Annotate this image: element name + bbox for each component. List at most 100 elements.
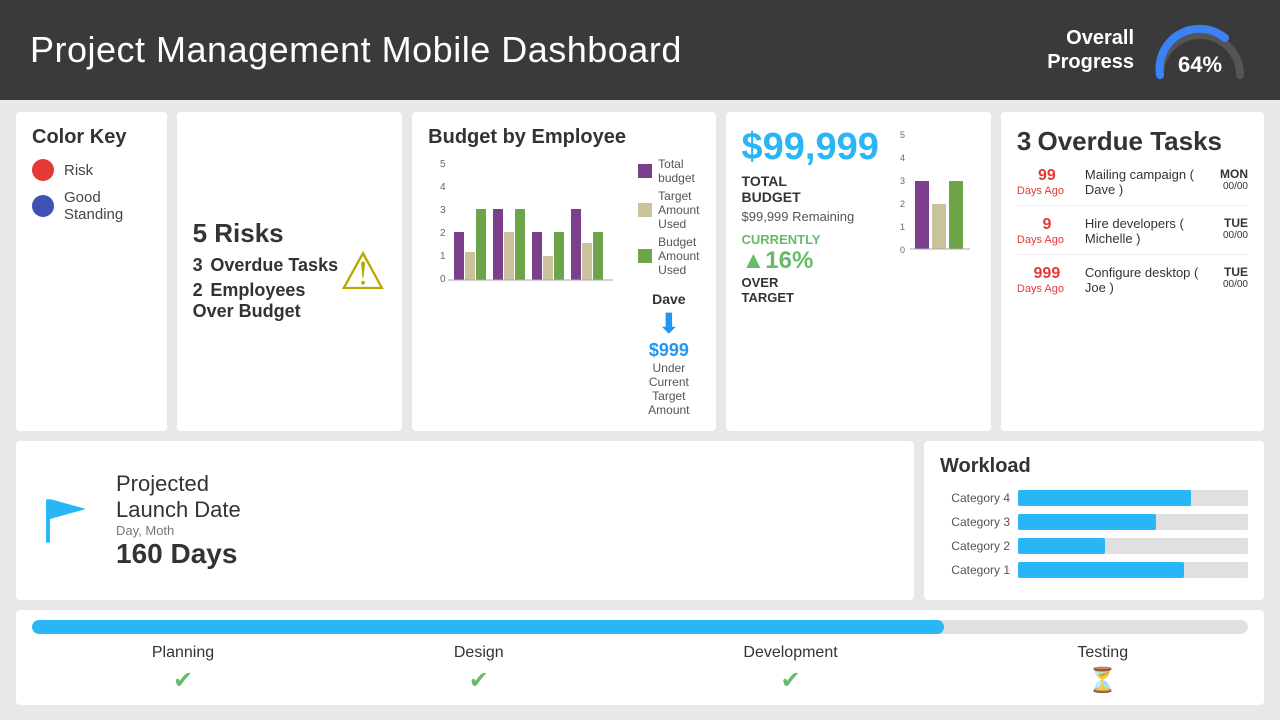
workload-bar-bg-4	[1018, 490, 1248, 506]
workload-bar-bg-1	[1018, 562, 1248, 578]
workload-card: Workload Category 4 Category 3 Category …	[924, 441, 1264, 600]
table-row: 999 Days Ago Configure desktop ( Joe ) T…	[1017, 265, 1248, 303]
risks-title: 5 Risks	[193, 218, 340, 249]
color-key-title: Color Key	[32, 126, 151, 149]
overdue-tasks-count: 3	[1017, 126, 1031, 156]
task-days-ago: Days Ago	[1017, 234, 1077, 246]
flag-icon	[36, 491, 96, 551]
middle-row: ProjectedLaunch Date Day, Moth 160 Days …	[16, 441, 1264, 600]
task-day-name: MON	[1220, 167, 1248, 181]
overdue-count: 3	[193, 255, 203, 275]
legend-total: Total budget	[638, 157, 699, 185]
task-desc-3: Configure desktop ( Joe )	[1085, 265, 1215, 295]
table-row: 99 Days Ago Mailing campaign ( Dave ) MO…	[1017, 167, 1248, 206]
workload-bar-bg-3	[1018, 514, 1248, 530]
workload-title: Workload	[940, 455, 1248, 478]
svg-text:5: 5	[440, 159, 446, 170]
over-budget-count: 2	[193, 280, 203, 300]
phases-progress-fill	[32, 620, 944, 634]
phase-testing-label: Testing	[1077, 644, 1128, 662]
total-budget-label: TOTALBUDGET	[742, 173, 879, 205]
task-days-1: 99 Days Ago	[1017, 167, 1077, 197]
total-budget-color	[638, 164, 652, 178]
task-date-value: 00/00	[1223, 230, 1248, 241]
design-check-icon: ✔	[454, 666, 504, 695]
category-4-label: Category 4	[940, 491, 1010, 505]
dave-name: Dave	[638, 291, 699, 307]
legend-target-label: Target Amount Used	[658, 189, 699, 231]
svg-text:4: 4	[900, 153, 905, 163]
total-budget-left: $99,999 TOTALBUDGET $99,999 Remaining CU…	[742, 126, 879, 305]
category-2-label: Category 2	[940, 539, 1010, 553]
overdue-tasks-label: Overdue Tasks	[1037, 126, 1222, 156]
task-desc-2: Hire developers ( Michelle )	[1085, 216, 1215, 246]
workload-row-4: Category 4	[940, 490, 1248, 506]
overdue-tasks-title: 3 Overdue Tasks	[1017, 126, 1248, 157]
workload-row-1: Category 1	[940, 562, 1248, 578]
target-amount-color	[638, 203, 652, 217]
main-content: Color Key Risk GoodStanding 5 Risks 3 Ov…	[0, 100, 1280, 720]
legend-good-standing: GoodStanding	[32, 189, 151, 223]
workload-bar-1	[1018, 562, 1184, 578]
phase-planning-label: Planning	[152, 644, 214, 662]
legend-risk: Risk	[32, 159, 151, 181]
task-days-value: 99	[1017, 167, 1077, 185]
workload-row-3: Category 3	[940, 514, 1248, 530]
task-days-value: 9	[1017, 216, 1077, 234]
svg-text:2: 2	[900, 199, 905, 209]
task-date-value: 00/00	[1220, 181, 1248, 192]
budget-legend: Total budget Target Amount Used Budget A…	[638, 157, 699, 281]
over-budget-row: 2 Employees Over Budget	[193, 280, 340, 322]
currently-pct: ▲16%	[742, 247, 879, 275]
svg-text:5: 5	[900, 130, 905, 140]
phase-design: Design ✔	[454, 644, 504, 695]
total-budget-chart: 5 4 3 2 1 0	[895, 126, 975, 305]
task-days-3: 999 Days Ago	[1017, 265, 1077, 295]
workload-row-2: Category 2	[940, 538, 1248, 554]
budget-content: 5 4 3 2 1 0	[428, 157, 699, 417]
task-day-name: TUE	[1223, 216, 1248, 230]
total-budget-card: $99,999 TOTALBUDGET $99,999 Remaining CU…	[726, 112, 991, 431]
launch-title: ProjectedLaunch Date	[116, 471, 241, 523]
task-date-value: 00/00	[1223, 279, 1248, 290]
planning-check-icon: ✔	[152, 666, 214, 695]
budget-remaining: $99,999 Remaining	[742, 209, 879, 224]
legend-budget-used: Budget Amount Used	[638, 235, 699, 277]
task-days-2: 9 Days Ago	[1017, 216, 1077, 246]
currently-label: CURRENTLY	[742, 232, 879, 247]
total-budget-chart-svg: 5 4 3 2 1 0	[895, 126, 975, 276]
launch-sub: Day, Moth	[116, 523, 241, 538]
legend-total-label: Total budget	[658, 157, 699, 185]
dave-amount: $999	[638, 340, 699, 361]
dave-sub2: Target Amount	[638, 389, 699, 417]
task-list: 99 Days Ago Mailing campaign ( Dave ) MO…	[1017, 167, 1248, 303]
phase-design-label: Design	[454, 644, 504, 662]
testing-hourglass-icon: ⏳	[1077, 666, 1128, 695]
good-standing-circle	[32, 195, 54, 217]
phases-card: Planning ✔ Design ✔ Development ✔ Testin…	[16, 610, 1264, 705]
over-budget-label: Employees Over Budget	[193, 280, 306, 321]
workload-bar-3	[1018, 514, 1156, 530]
workload-bar-bg-2	[1018, 538, 1248, 554]
risks-card: 5 Risks 3 Overdue Tasks 2 Employees Over…	[177, 112, 403, 431]
phase-planning: Planning ✔	[152, 644, 214, 695]
page-title: Project Management Mobile Dashboard	[30, 29, 682, 71]
svg-text:0: 0	[900, 245, 905, 255]
task-days-ago: Days Ago	[1017, 283, 1077, 295]
workload-bar-4	[1018, 490, 1191, 506]
color-key-card: Color Key Risk GoodStanding	[16, 112, 167, 431]
phase-development-label: Development	[743, 644, 837, 662]
workload-bar-2	[1018, 538, 1105, 554]
header-progress: OverallProgress 64%	[1047, 20, 1250, 80]
overdue-tasks-row: 3 Overdue Tasks	[193, 255, 340, 276]
header: Project Management Mobile Dashboard Over…	[0, 0, 1280, 100]
down-arrow-icon: ⬇	[638, 307, 699, 340]
svg-text:1: 1	[440, 251, 446, 262]
task-days-ago: Days Ago	[1017, 185, 1077, 197]
budget-employee-title: Budget by Employee	[428, 126, 699, 149]
overall-progress-label: OverallProgress	[1047, 26, 1134, 74]
svg-text:1: 1	[900, 222, 905, 232]
gauge-container: 64%	[1150, 20, 1250, 80]
over-target-label: OVERTARGET	[742, 275, 879, 305]
launch-days: 160 Days	[116, 538, 241, 570]
